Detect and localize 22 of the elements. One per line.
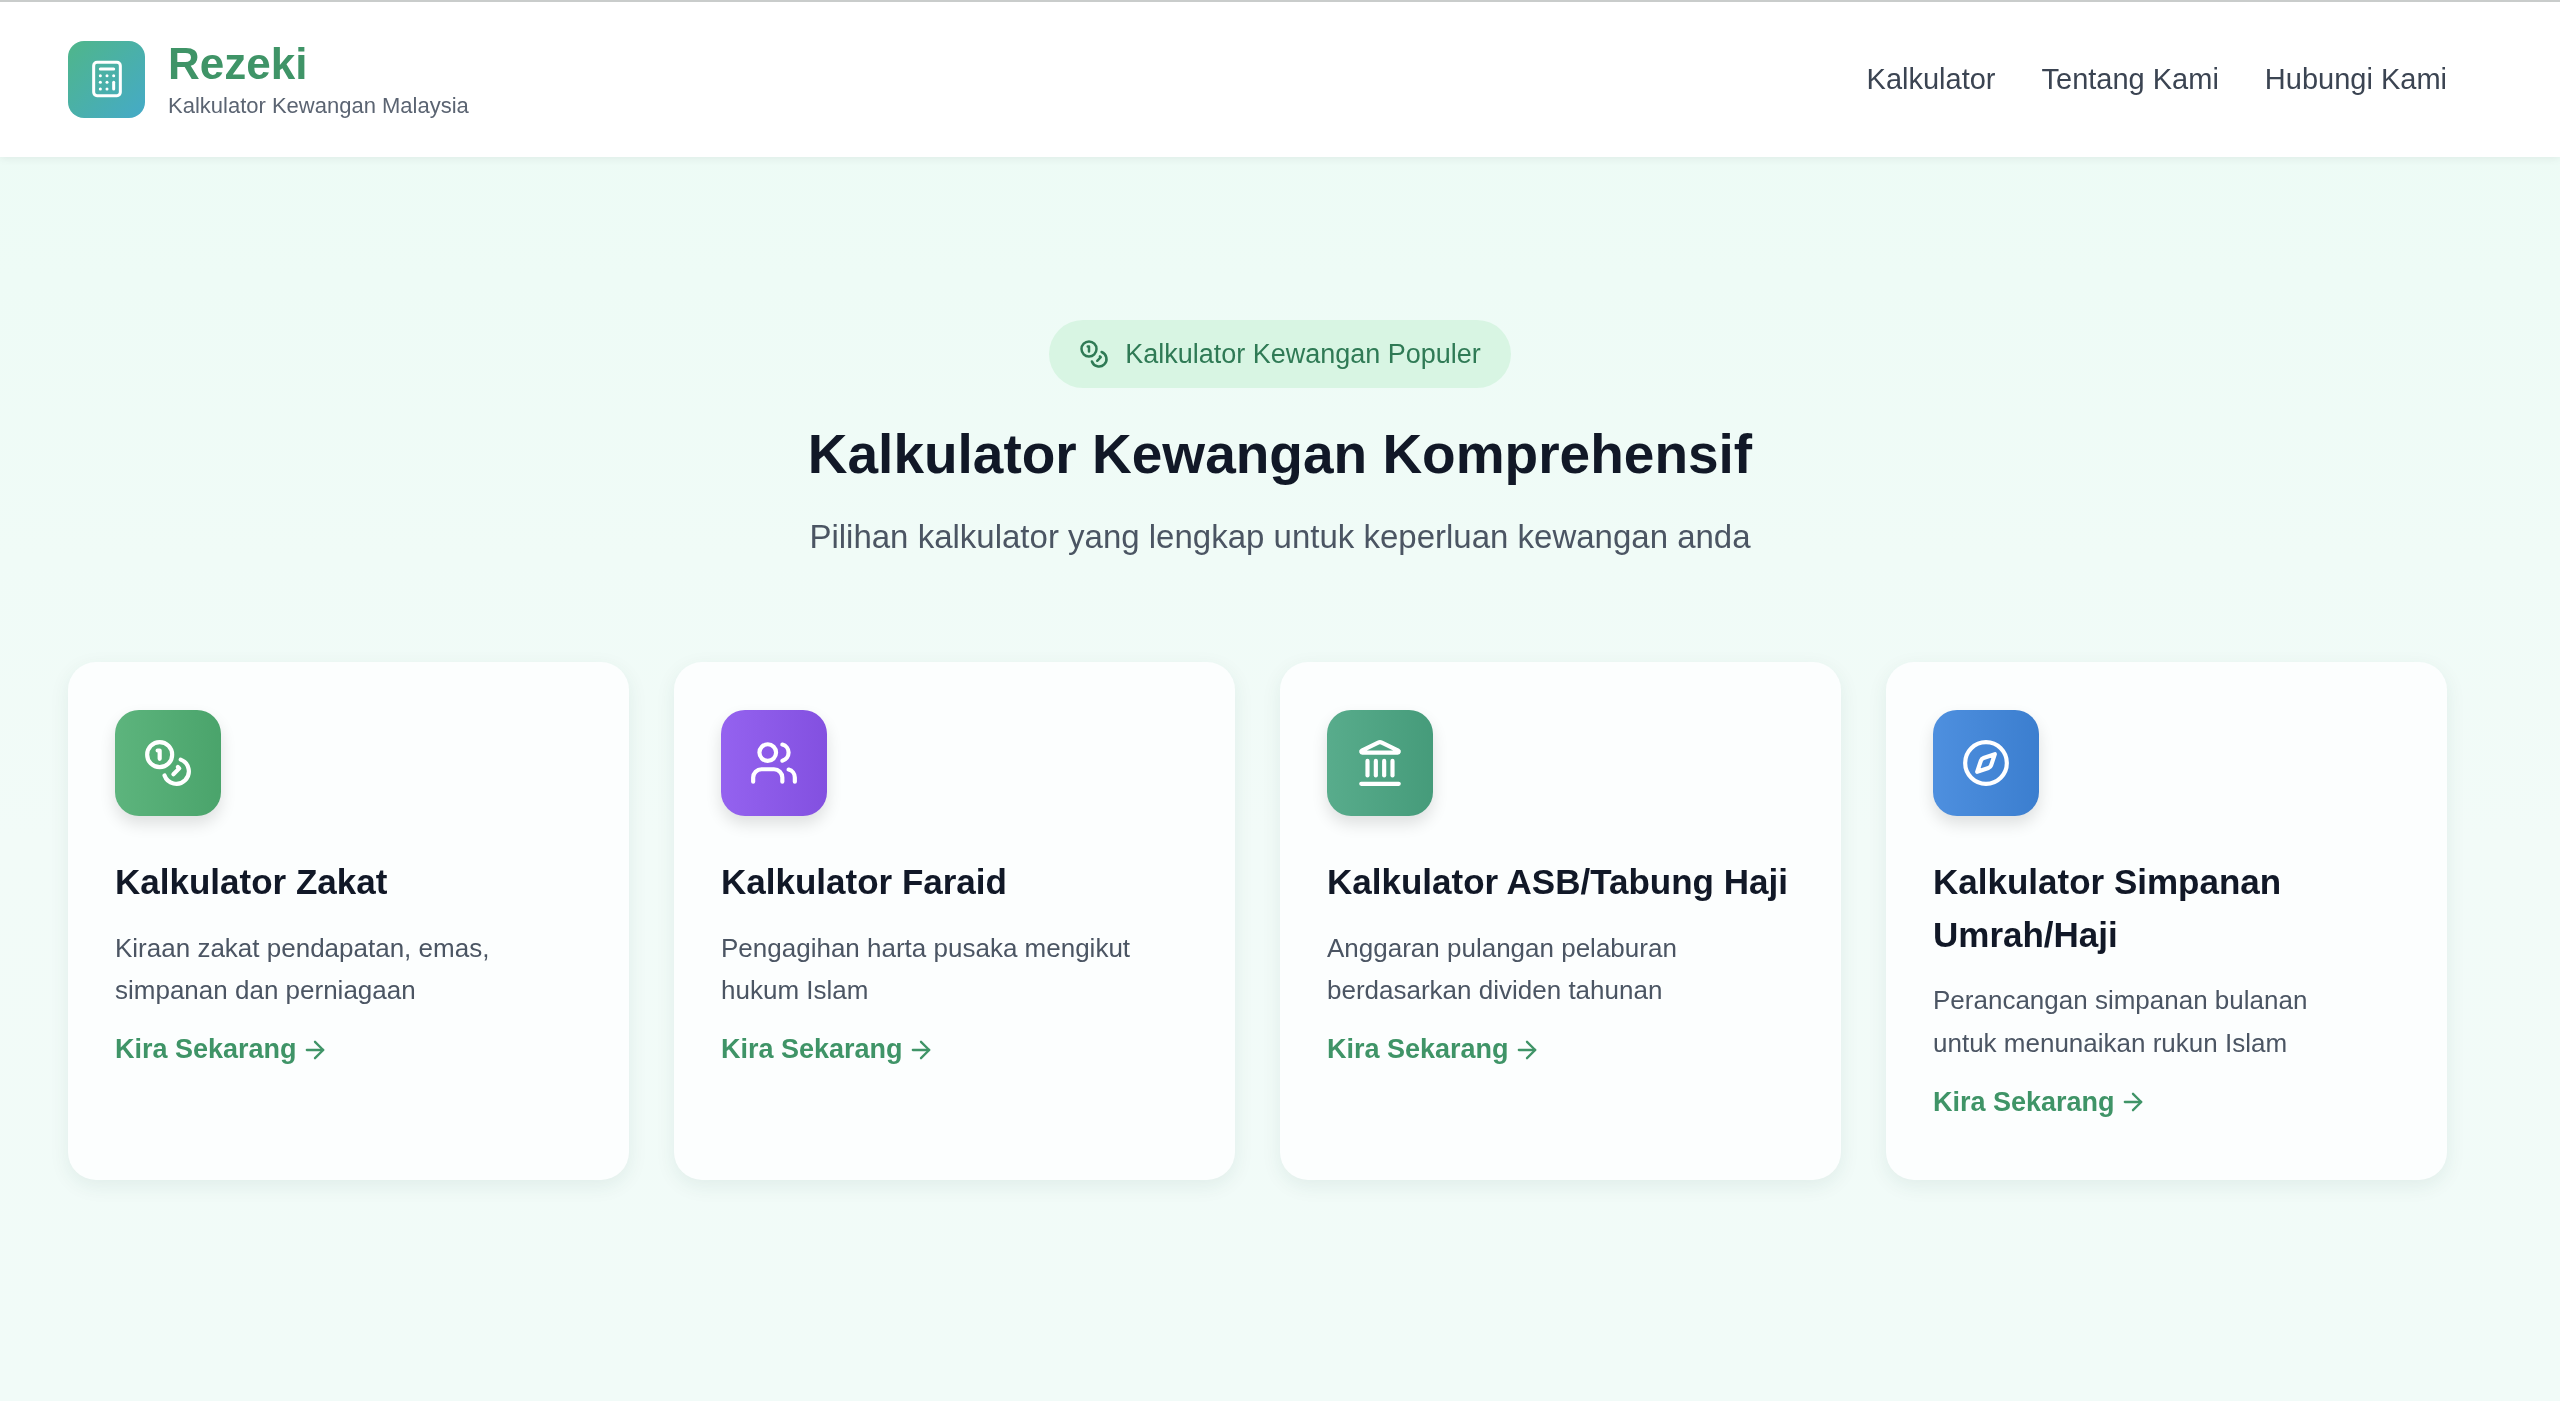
page-subtitle: Pilihan kalkulator yang lengkap untuk keperluan kewangan anda [809,518,1751,556]
coins-icon [1079,339,1110,369]
brand-tagline: Kalkulator Kewangan Malaysia [168,92,469,119]
brand-name: Rezeki [168,40,309,89]
page-heading: Kalkulator Kewangan Komprehensif [807,422,1753,486]
calculate-link[interactable]: Kira Sekarang [1327,1034,1541,1066]
card-description: Perancangan simpanan bulanan untuk menunaikan rukun Islam [1933,984,2309,1060]
card-title: Kalkulator Simpanan Umrah/Haji [1933,861,2283,956]
badge-label: Kalkulator Kewangan Populer [1125,338,1481,370]
card-description: Pengagihan harta pusaka mengikut hukum Islam [721,931,1132,1008]
nav-link[interactable]: Hubungi Kami [2264,63,2447,96]
card-title: Kalkulator ASB/Tabung Haji [1327,861,1788,903]
card-title: Kalkulator Faraid [721,861,1007,903]
calculator-logo-icon [68,41,145,118]
calculate-link[interactable]: Kira Sekarang [1933,1086,2147,1118]
nav-link[interactable]: Tentang Kami [2041,63,2219,96]
card-description: Anggaran pulangan pelaburan berdasarkan dividen tahunan [1327,931,1678,1008]
calculate-link[interactable]: Kira Sekarang [115,1034,329,1066]
calculate-link[interactable]: Kira Sekarang [721,1034,935,1066]
card-title: Kalkulator Zakat [115,861,388,903]
nav-link[interactable]: Kalkulator [1866,63,1996,96]
card-description: Kiraan zakat pendapatan, emas, simpanan dan perniagaan [115,931,491,1008]
